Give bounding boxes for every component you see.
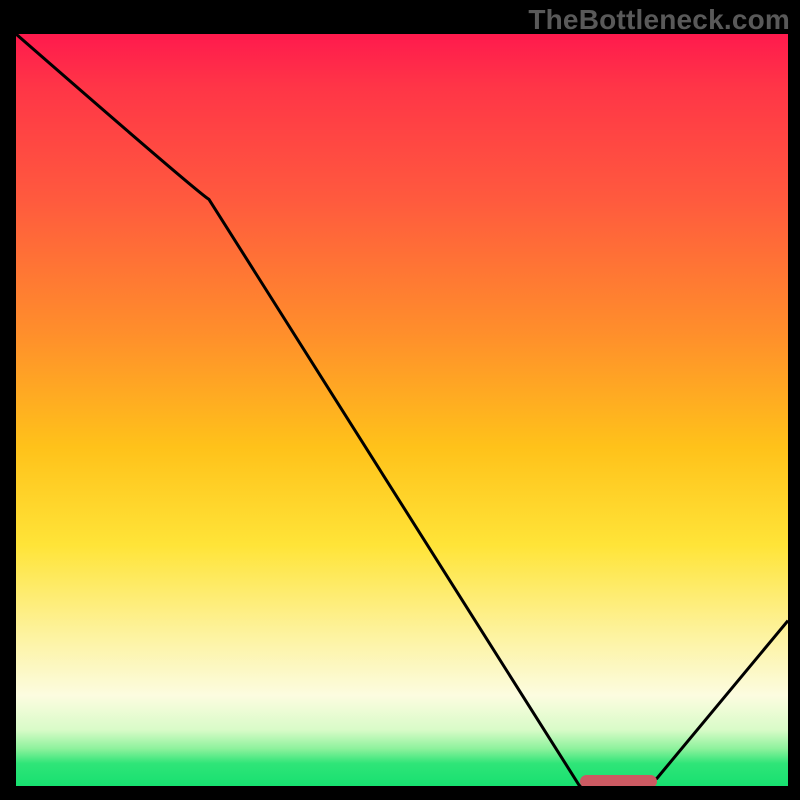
- curve-path: [16, 34, 788, 786]
- plot-area: [16, 34, 788, 786]
- optimal-range-marker: [580, 775, 657, 786]
- watermark-text: TheBottleneck.com: [528, 4, 790, 36]
- chart-frame: TheBottleneck.com: [0, 0, 800, 800]
- bottleneck-curve: [16, 34, 788, 786]
